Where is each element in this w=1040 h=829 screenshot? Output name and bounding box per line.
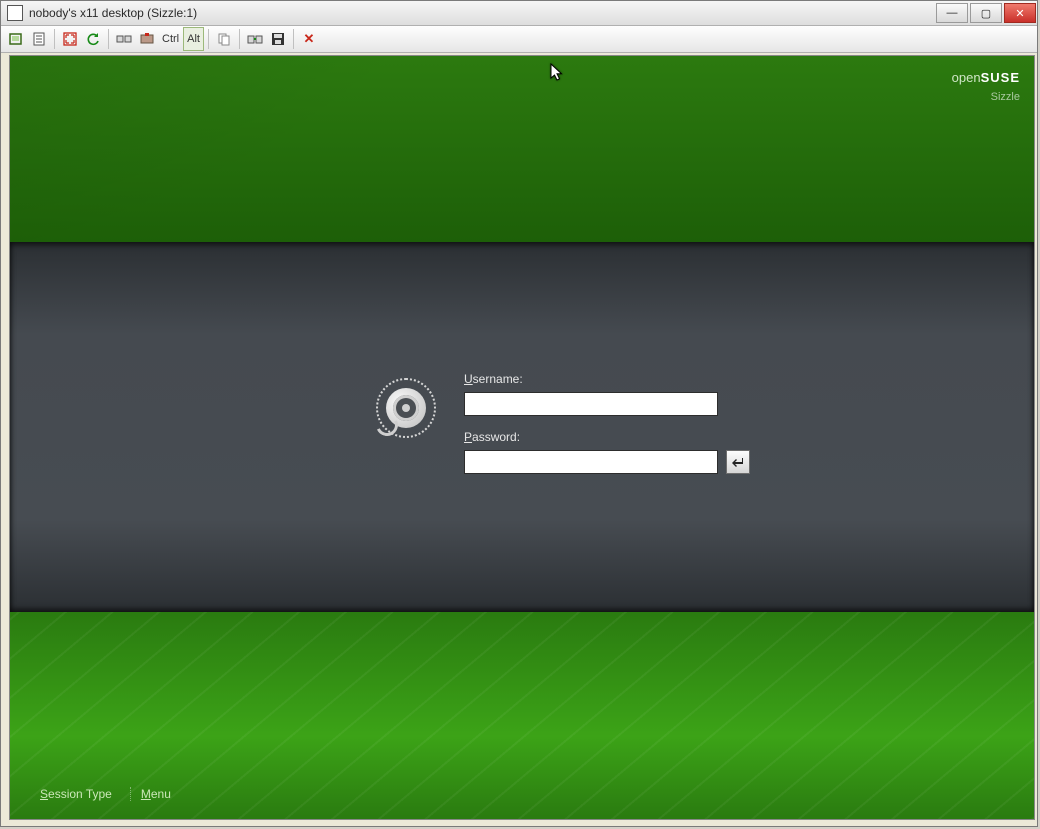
options-icon[interactable] (28, 28, 50, 50)
login-submit-button[interactable] (726, 450, 750, 474)
vnc-window: nobody's x11 desktop (Sizzle:1) — ▢ ✕ Ct… (0, 0, 1038, 827)
ctrl-key-button[interactable]: Ctrl (159, 28, 182, 50)
disconnect-icon[interactable]: ✕ (298, 28, 320, 50)
brand-name: SUSE (981, 70, 1020, 85)
window-title: nobody's x11 desktop (Sizzle:1) (29, 6, 935, 20)
transfer-icon[interactable] (244, 28, 266, 50)
clipboard-icon[interactable] (213, 28, 235, 50)
remote-display[interactable]: openSUSE Sizzle Username: Password: (9, 55, 1035, 820)
suse-chameleon-icon (380, 382, 432, 434)
password-label: Password: (464, 430, 750, 444)
send-keys-icon[interactable] (136, 28, 158, 50)
session-type-link[interactable]: Session Type (40, 787, 112, 801)
wallpaper-bottom: Session Type Menu (10, 612, 1034, 819)
password-input[interactable] (464, 450, 718, 474)
alt-key-button[interactable]: Alt (183, 27, 204, 51)
login-panel: Username: Password: (10, 242, 1034, 612)
save-icon[interactable] (267, 28, 289, 50)
vnc-toolbar: Ctrl Alt ✕ (1, 26, 1037, 53)
window-buttons: — ▢ ✕ (935, 3, 1037, 23)
refresh-icon[interactable] (82, 28, 104, 50)
wallpaper-top: openSUSE Sizzle (10, 56, 1034, 242)
enter-icon (731, 455, 745, 469)
login-form: Username: Password: (380, 368, 750, 474)
hostname-label: Sizzle (952, 91, 1020, 103)
maximize-button[interactable]: ▢ (970, 3, 1002, 23)
ctrl-alt-del-icon[interactable] (113, 28, 135, 50)
username-label: Username: (464, 372, 750, 386)
username-input[interactable] (464, 392, 718, 416)
new-connection-icon[interactable] (5, 28, 27, 50)
titlebar[interactable]: nobody's x11 desktop (Sizzle:1) — ▢ ✕ (1, 1, 1037, 26)
menu-link[interactable]: Menu (130, 787, 171, 801)
footer-links: Session Type Menu (40, 787, 171, 801)
close-button[interactable]: ✕ (1004, 3, 1036, 23)
minimize-button[interactable]: — (936, 3, 968, 23)
app-icon (7, 5, 23, 21)
fullscreen-icon[interactable] (59, 28, 81, 50)
distro-brand: openSUSE Sizzle (952, 70, 1020, 103)
brand-prefix: open (952, 70, 981, 85)
